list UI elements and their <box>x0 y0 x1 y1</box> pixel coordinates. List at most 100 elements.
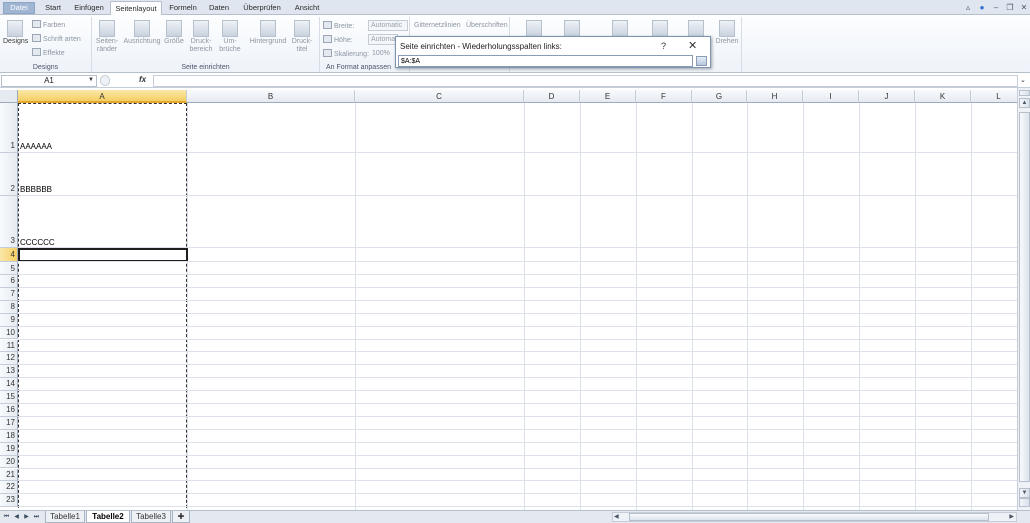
row-header-8[interactable]: 8 <box>0 300 18 314</box>
row-header-20[interactable]: 20 <box>0 455 18 469</box>
tab-ueberpruefen[interactable]: Überprüfen <box>238 1 286 15</box>
horizontal-scrollbar[interactable]: ◀ ▶ <box>612 512 1017 522</box>
formula-bar-collapse-icon[interactable]: ⌄ <box>1020 76 1026 84</box>
row-header-3[interactable]: 3 <box>0 196 18 248</box>
drehen-label: Drehen <box>715 38 739 45</box>
drucktitel-button[interactable]: Druck- titel <box>290 20 314 54</box>
row-header-5[interactable]: 5 <box>0 262 18 275</box>
farben-button[interactable]: Farben <box>32 20 65 30</box>
row-header-23[interactable]: 23 <box>0 494 18 508</box>
tab-formeln[interactable]: Formeln <box>166 1 200 15</box>
row-header-11[interactable]: 11 <box>0 339 18 353</box>
column-header-h[interactable]: H <box>747 90 803 103</box>
last-sheet-icon[interactable]: ⏭ <box>32 512 41 522</box>
effekte-button[interactable]: Effekte <box>32 48 65 58</box>
formula-bar-expand-icon[interactable] <box>100 75 110 86</box>
row-header-19[interactable]: 19 <box>0 442 18 456</box>
window-restore-icon[interactable]: ❐ <box>1005 3 1015 12</box>
row-header-10[interactable]: 10 <box>0 326 18 340</box>
groesse-button[interactable]: Größe <box>164 20 184 46</box>
hintergrund-button[interactable]: Hintergrund <box>248 20 288 46</box>
scroll-down-icon[interactable]: ▼ <box>1019 488 1030 498</box>
split-box-icon[interactable] <box>1019 90 1030 96</box>
breite-label-wrap: Breite: <box>323 21 354 31</box>
umbrueche-label: Um- brüche <box>219 38 241 53</box>
row-header-16[interactable]: 16 <box>0 404 18 417</box>
row-header-15[interactable]: 15 <box>0 391 18 404</box>
view-toggle-icon[interactable] <box>1019 498 1030 507</box>
row-header-22[interactable]: 22 <box>0 481 18 495</box>
row-header-17[interactable]: 17 <box>0 416 18 430</box>
tab-einfuegen[interactable]: Einfügen <box>71 1 107 15</box>
dialog-help-icon[interactable]: ? <box>661 41 666 51</box>
druckbereich-button[interactable]: Druck- bereich <box>188 20 214 54</box>
scroll-right-icon[interactable]: ▶ <box>1009 513 1014 521</box>
column-header-c[interactable]: C <box>355 90 524 103</box>
hoehe-select[interactable]: Automat <box>368 34 398 45</box>
row-header-18[interactable]: 18 <box>0 429 18 443</box>
help-icon[interactable]: ● <box>977 3 987 12</box>
prev-sheet-icon[interactable]: ◀ <box>12 512 21 522</box>
skalierung-value[interactable]: 100% <box>372 49 390 58</box>
repeat-columns-input[interactable] <box>398 55 693 67</box>
window-close-icon[interactable]: ✕ <box>1019 3 1029 12</box>
column-header-l[interactable]: L <box>971 90 1017 103</box>
column-header-f[interactable]: F <box>636 90 692 103</box>
name-box-dropdown-icon[interactable]: ▼ <box>88 77 94 83</box>
insert-sheet-icon[interactable]: ✚ <box>172 511 190 523</box>
formula-input[interactable] <box>153 75 1018 87</box>
umbrueche-button[interactable]: Um- brüche <box>218 20 242 54</box>
next-sheet-icon[interactable]: ▶ <box>22 512 31 522</box>
column-header-b[interactable]: B <box>187 90 355 103</box>
row-header-7[interactable]: 7 <box>0 287 18 301</box>
breite-select[interactable]: Automatic <box>368 20 408 31</box>
vertical-scroll-thumb[interactable] <box>1019 112 1030 482</box>
dialog-close-icon[interactable]: ✕ <box>688 39 697 52</box>
active-cell-a4[interactable] <box>18 248 188 262</box>
sheet-tab-tabelle3[interactable]: Tabelle3 <box>131 511 171 523</box>
tab-seitenlayout[interactable]: Seitenlayout <box>110 1 162 16</box>
column-header-d[interactable]: D <box>524 90 580 103</box>
gridline-row-21 <box>18 480 1017 482</box>
column-header-a[interactable]: A <box>18 90 187 103</box>
row-header-9[interactable]: 9 <box>0 313 18 327</box>
window-minimize-icon[interactable]: – <box>991 3 1001 12</box>
tab-ansicht[interactable]: Ansicht <box>290 1 324 15</box>
scroll-up-icon[interactable]: ▲ <box>1019 98 1030 108</box>
sheet-tab-tabelle2[interactable]: Tabelle2 <box>86 511 130 523</box>
scroll-left-icon[interactable]: ◀ <box>614 513 619 521</box>
column-header-j[interactable]: J <box>859 90 915 103</box>
row-header-13[interactable]: 13 <box>0 365 18 379</box>
select-all-corner[interactable] <box>0 90 18 103</box>
ausrichtung-button[interactable]: Ausrichtung <box>122 20 162 46</box>
expand-dialog-icon[interactable] <box>696 56 707 66</box>
row-header-14[interactable]: 14 <box>0 378 18 392</box>
schriftarten-button[interactable]: Schrift arten <box>32 34 81 44</box>
column-header-k[interactable]: K <box>915 90 971 103</box>
seitenraender-button[interactable]: Seiten- ränder <box>94 20 120 54</box>
sheet-tab-tabelle1[interactable]: Tabelle1 <box>45 511 85 523</box>
tab-datei[interactable]: Datei <box>3 2 35 14</box>
gridline-col-e <box>580 103 581 510</box>
first-sheet-icon[interactable]: ⏮ <box>2 512 11 522</box>
column-header-e[interactable]: E <box>580 90 636 103</box>
anordnen-icon-1 <box>526 20 542 37</box>
row-header-6[interactable]: 6 <box>0 275 18 288</box>
insert-function-icon[interactable]: fx <box>139 75 146 84</box>
row-header-21[interactable]: 21 <box>0 468 18 482</box>
row-header-4[interactable]: 4 <box>0 248 18 262</box>
designs-button[interactable]: Designs <box>3 20 28 46</box>
column-header-i[interactable]: I <box>803 90 859 103</box>
tab-start[interactable]: Start <box>40 1 66 15</box>
tab-daten[interactable]: Daten <box>204 1 234 15</box>
ribbon-minimize-icon[interactable]: ▵ <box>963 3 973 12</box>
vertical-scrollbar[interactable]: ▲ ▼ <box>1017 88 1030 510</box>
row-header-12[interactable]: 12 <box>0 352 18 366</box>
drehen-button[interactable]: Drehen <box>712 20 742 46</box>
name-box[interactable]: A1 <box>1 75 97 87</box>
column-header-g[interactable]: G <box>692 90 747 103</box>
row-header-2[interactable]: 2 <box>0 153 18 196</box>
horizontal-scroll-thumb[interactable] <box>629 513 989 521</box>
gridline-row-4 <box>18 261 1017 262</box>
row-header-1[interactable]: 1 <box>0 103 18 153</box>
